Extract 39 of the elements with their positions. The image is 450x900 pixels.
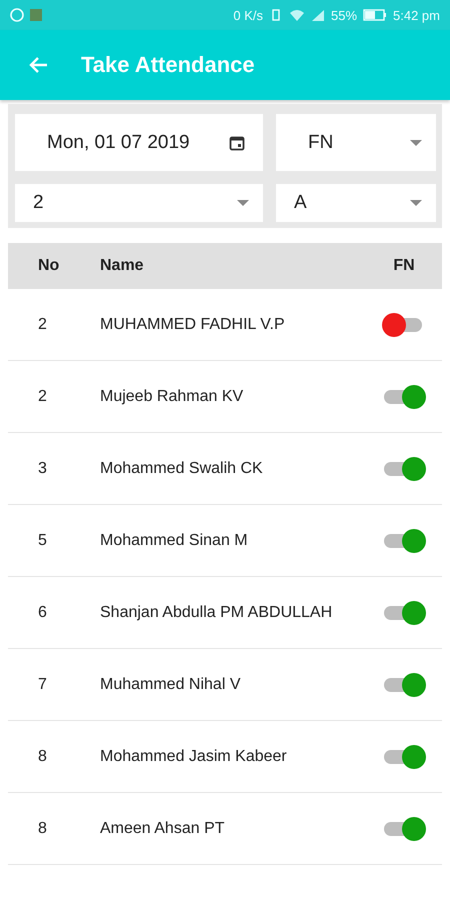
roll-number: 7 bbox=[37, 676, 48, 694]
student-name: Mohammed Jasim Kabeer bbox=[99, 748, 288, 766]
class-dropdown[interactable]: 2 bbox=[15, 184, 263, 222]
attendance-toggle[interactable] bbox=[382, 384, 426, 410]
calendar-icon bbox=[229, 134, 245, 150]
student-name: Mohammed Sinan M bbox=[99, 532, 249, 550]
battery-icon bbox=[363, 9, 388, 21]
student-name: Shanjan Abdulla PM ABDULLAH bbox=[99, 604, 334, 622]
column-header: FN bbox=[392, 257, 416, 275]
student-name: Mohammed Swalih CK bbox=[99, 460, 264, 478]
roll-number: 8 bbox=[37, 820, 48, 838]
wifi-icon bbox=[288, 9, 305, 21]
student-name: Muhammed Nihal V bbox=[99, 676, 242, 694]
attendance-toggle[interactable] bbox=[382, 816, 426, 842]
date-field[interactable]: Mon, 01 07 2019 bbox=[15, 114, 263, 171]
attendance-toggle[interactable] bbox=[382, 528, 426, 554]
attendance-toggle[interactable] bbox=[382, 744, 426, 770]
student-name: Mujeeb Rahman KV bbox=[99, 388, 244, 406]
signal-icon bbox=[310, 9, 325, 21]
attendance-toggle[interactable] bbox=[382, 600, 426, 626]
back-arrow-icon bbox=[28, 56, 48, 74]
roll-number: 2 bbox=[37, 388, 48, 406]
student-name: Ameen Ahsan PT bbox=[99, 820, 226, 838]
division-dropdown[interactable]: A bbox=[276, 184, 436, 222]
attendance-toggle[interactable] bbox=[382, 456, 426, 482]
column-header: Name bbox=[99, 257, 145, 275]
student-name: MUHAMMED FADHIL V.P bbox=[99, 316, 286, 334]
roll-number: 8 bbox=[37, 748, 48, 766]
clock: 5:42 pm bbox=[393, 8, 440, 22]
roll-number: 6 bbox=[37, 604, 48, 622]
roll-number: 3 bbox=[37, 460, 48, 478]
session-dropdown[interactable]: FN bbox=[276, 114, 436, 171]
network-speed: 0 K/s bbox=[233, 8, 263, 22]
attendance-toggle[interactable] bbox=[382, 672, 426, 698]
roll-number: 2 bbox=[37, 316, 48, 334]
column-header: No bbox=[37, 257, 60, 275]
battery-level: 55% bbox=[330, 8, 358, 22]
roll-number: 5 bbox=[37, 532, 48, 550]
screen-title: Take Attendance bbox=[81, 52, 255, 78]
